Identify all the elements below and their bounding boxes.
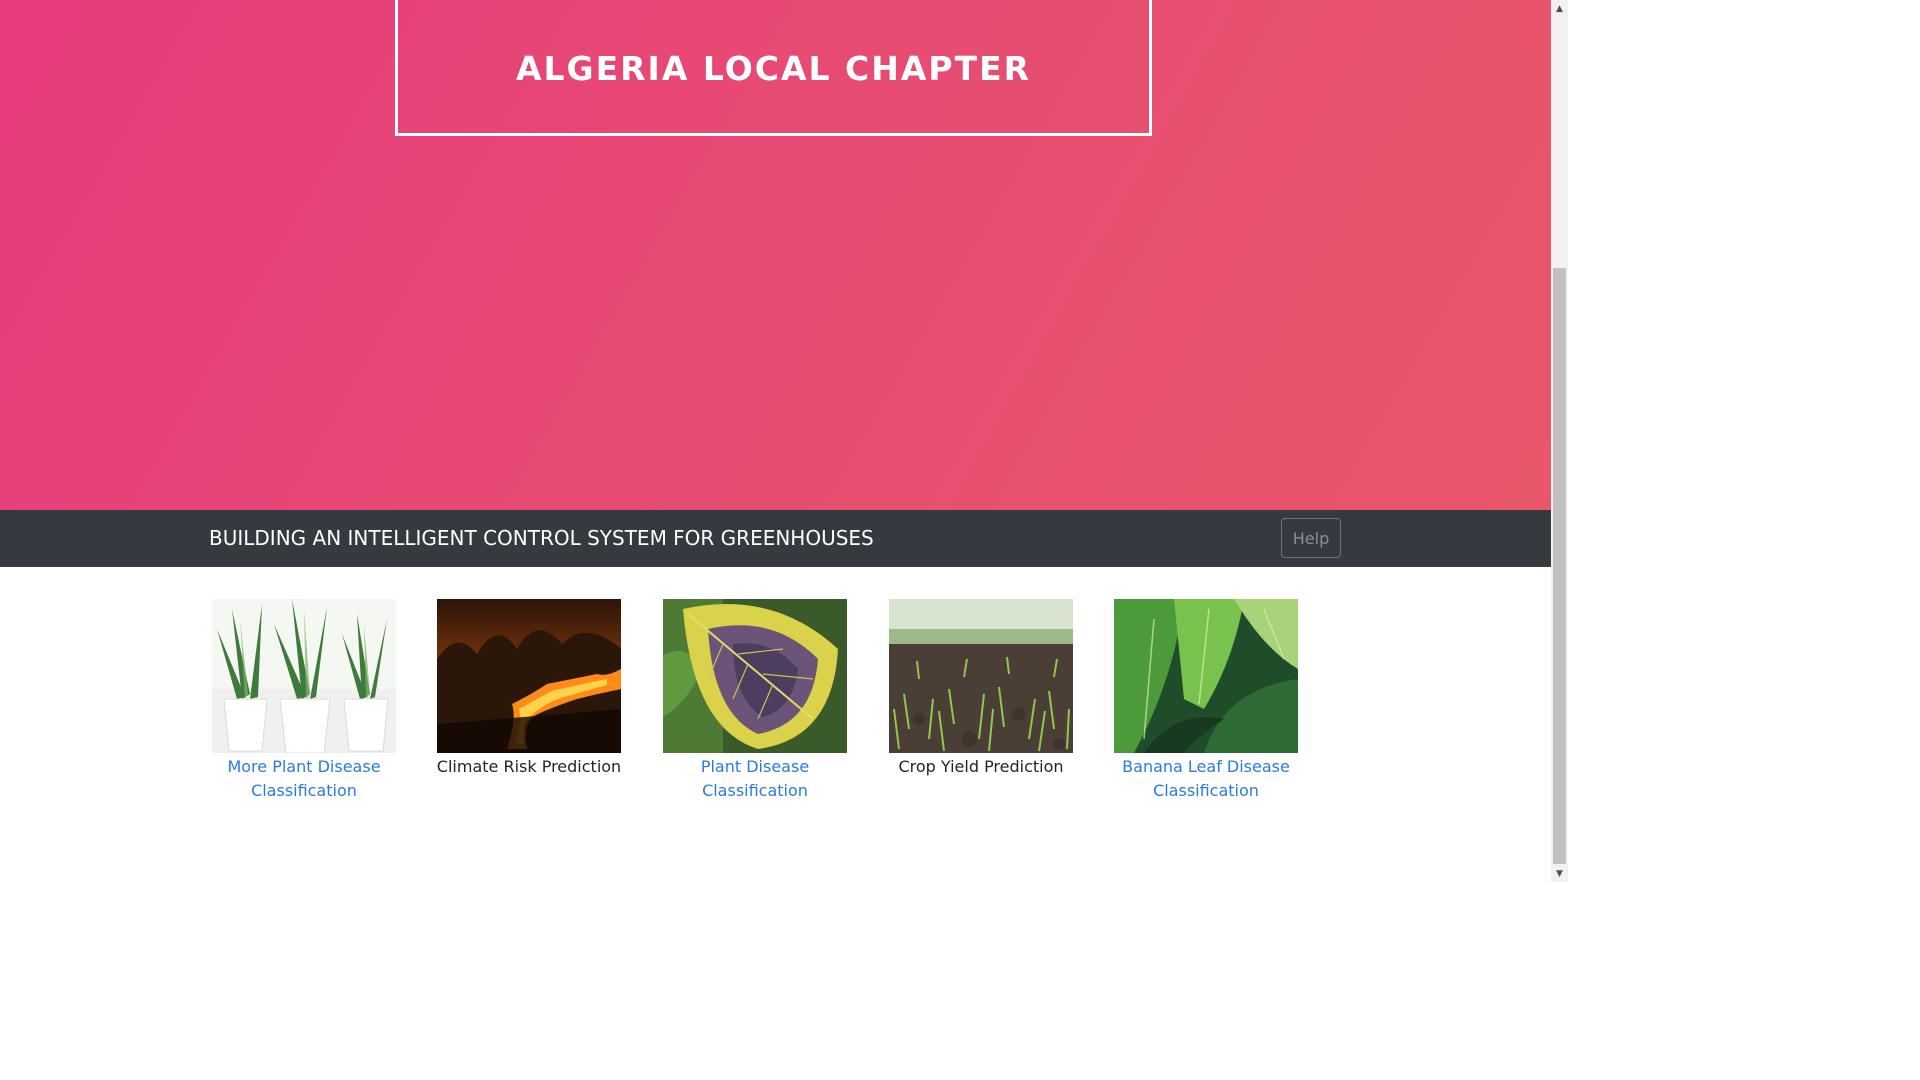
diseased-leaf-photo[interactable] [663,599,847,753]
scroll-up-icon[interactable]: ▲ [1551,0,1568,17]
scroll-thumb[interactable] [1553,268,1566,864]
card-climate-risk[interactable]: Climate Risk Prediction [424,599,634,779]
snake-plants-photo[interactable] [212,599,396,753]
vertical-scrollbar[interactable]: ▲ ▼ [1551,0,1568,882]
card-crop-yield[interactable]: Crop Yield Prediction [876,599,1086,779]
card-label[interactable]: More Plant Disease Classification [199,755,409,803]
help-button[interactable]: Help [1281,518,1341,558]
forest-fire-photo[interactable] [437,599,621,753]
hero-title-box: ALGERIA LOCAL CHAPTER [395,0,1152,136]
navbar-title: BUILDING AN INTELLIGENT CONTROL SYSTEM F… [209,526,874,550]
card-plant-disease[interactable]: Plant Disease Classification [650,599,860,803]
card-banana-leaf[interactable]: Banana Leaf Disease Classification [1101,599,1311,803]
card-label[interactable]: Banana Leaf Disease Classification [1101,755,1311,803]
card-label: Climate Risk Prediction [436,757,622,776]
card-label: Crop Yield Prediction [898,757,1064,776]
banana-leaves-photo[interactable] [1114,599,1298,753]
hero-banner: ALGERIA LOCAL CHAPTER [0,0,1551,510]
card-more-plant-disease[interactable]: More Plant Disease Classification [199,599,409,803]
scroll-down-icon[interactable]: ▼ [1551,865,1568,882]
hero-title: ALGERIA LOCAL CHAPTER [515,48,1032,88]
navbar: BUILDING AN INTELLIGENT CONTROL SYSTEM F… [0,510,1551,567]
crop-seedlings-photo[interactable] [889,599,1073,753]
card-label[interactable]: Plant Disease Classification [650,755,860,803]
